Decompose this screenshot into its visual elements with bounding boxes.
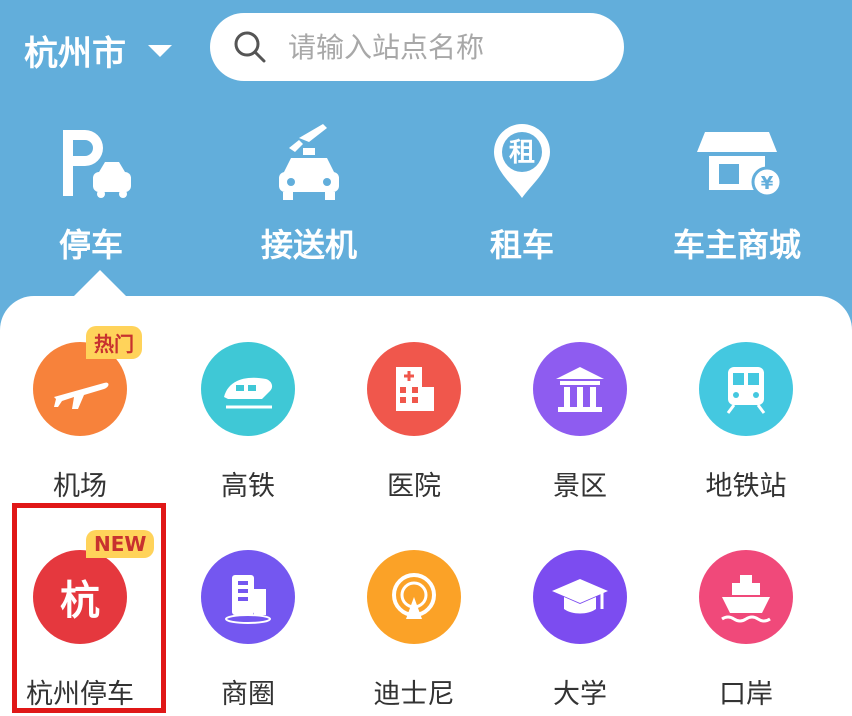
category-hospital[interactable]: 医院 — [344, 342, 484, 503]
category-label: 迪士尼 — [373, 679, 455, 710]
rent-car-icon: 租 — [494, 124, 550, 198]
category-label: 景区 — [553, 471, 607, 502]
search-bar[interactable] — [210, 13, 624, 81]
category-high-speed-rail[interactable]: 高铁 — [178, 342, 318, 503]
category-label: 医院 — [387, 471, 441, 502]
category-icon-circle — [367, 550, 461, 644]
top-nav: 停车 接送机 租 租车 ¥ 车主商城 — [0, 118, 852, 278]
city-name: 杭州市 — [24, 34, 126, 74]
category-label: 大学 — [553, 679, 607, 710]
category-label: 高铁 — [221, 471, 275, 502]
nav-label: 停车 — [58, 226, 123, 264]
nav-label: 接送机 — [260, 226, 357, 264]
category-university[interactable]: 大学 — [510, 550, 650, 711]
category-icon-circle — [699, 342, 793, 436]
category-icon-circle — [699, 550, 793, 644]
highlight-box — [12, 503, 166, 713]
parking-icon — [63, 130, 131, 198]
hot-badge: 热门 — [86, 326, 142, 359]
scenic-temple-icon — [556, 367, 604, 412]
category-icon-circle — [533, 550, 627, 644]
category-label: 商圈 — [221, 679, 275, 710]
category-icon-circle — [201, 550, 295, 644]
category-airport[interactable]: 机场 — [10, 342, 150, 503]
active-tab-pointer — [72, 270, 128, 298]
category-icon-circle — [201, 342, 295, 436]
category-disney[interactable]: 迪士尼 — [344, 550, 484, 711]
nav-label: 租车 — [489, 226, 554, 264]
nav-item-parking[interactable]: 停车 — [0, 118, 186, 266]
graduation-cap-icon — [552, 579, 608, 614]
category-business-district[interactable]: 商圈 — [178, 550, 318, 711]
shop-icon: ¥ — [697, 132, 783, 198]
airport-taxi-icon — [279, 124, 339, 200]
nav-item-airport-transfer[interactable]: 接送机 — [214, 118, 404, 266]
category-icon-circle — [533, 342, 627, 436]
category-label: 机场 — [53, 471, 107, 502]
category-scenic[interactable]: 景区 — [510, 342, 650, 503]
city-selector[interactable]: 杭州市 — [24, 26, 172, 75]
search-icon — [234, 31, 266, 63]
search-input[interactable] — [286, 29, 590, 65]
business-district-icon — [225, 575, 271, 624]
svg-text:¥: ¥ — [761, 173, 774, 194]
svg-text:租: 租 — [509, 138, 535, 168]
category-port[interactable]: 口岸 — [676, 550, 816, 711]
high-speed-train-icon — [224, 377, 273, 409]
disney-icon — [392, 573, 436, 619]
category-icon-circle — [367, 342, 461, 436]
airplane-icon — [54, 382, 109, 409]
chevron-down-icon — [148, 44, 172, 57]
ship-port-icon — [721, 575, 771, 623]
category-label: 口岸 — [719, 679, 773, 710]
nav-item-shop[interactable]: ¥ 车主商城 — [642, 118, 832, 266]
metro-icon — [726, 367, 766, 414]
category-label: 地铁站 — [705, 471, 787, 502]
nav-item-rent-car[interactable]: 租 租车 — [427, 118, 617, 266]
category-metro[interactable]: 地铁站 — [676, 342, 816, 503]
nav-label: 车主商城 — [672, 226, 801, 264]
hospital-icon — [396, 367, 434, 411]
